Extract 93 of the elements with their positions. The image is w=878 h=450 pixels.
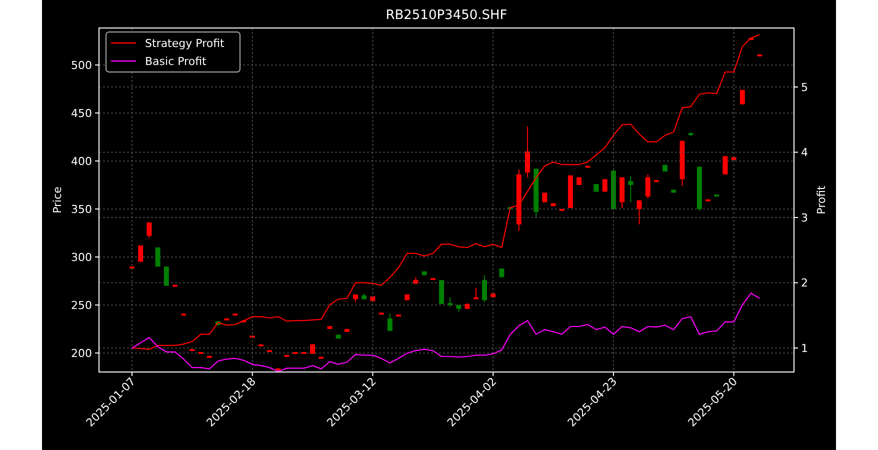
profit-axis-label: Profit	[815, 186, 828, 214]
candlestick	[524, 126, 530, 178]
candlestick	[276, 368, 281, 371]
candlestick	[499, 268, 504, 278]
candlestick	[301, 352, 306, 354]
price-tick-label: 350	[71, 202, 92, 216]
candlestick	[542, 192, 548, 203]
candlestick	[748, 38, 754, 40]
candlestick	[696, 166, 702, 212]
candlestick	[568, 174, 573, 209]
candlestick	[258, 344, 264, 347]
candlestick	[645, 174, 650, 199]
profit-tick-label: 3	[801, 211, 808, 224]
candlestick	[620, 176, 625, 209]
candlestick	[284, 354, 290, 358]
price-tick-label: 200	[71, 347, 92, 360]
candlestick	[378, 312, 384, 316]
candlestick	[688, 132, 694, 136]
candlestick	[310, 344, 316, 354]
candlestick	[292, 352, 298, 354]
price-tick-label: 250	[71, 298, 92, 312]
candlestick	[456, 304, 462, 312]
candlestick	[327, 326, 332, 330]
candlestick	[413, 276, 418, 284]
legend-line	[111, 60, 136, 62]
candlestick	[439, 280, 444, 305]
profit-tick-label: 5	[801, 80, 808, 94]
candlestick	[508, 206, 513, 210]
candlestick	[602, 178, 608, 192]
candlestick	[224, 318, 230, 321]
candlestick	[250, 335, 255, 338]
candlestick	[267, 350, 272, 353]
candlestick	[190, 348, 195, 352]
candlestick	[362, 292, 367, 300]
price-tick-label: 400	[71, 154, 92, 168]
candlestick	[662, 164, 668, 172]
candlestick	[628, 176, 634, 203]
profit-tick-label: 4	[801, 146, 808, 160]
chart-title: RB2510P3450.SHF	[386, 8, 508, 23]
candlestick	[714, 194, 720, 197]
candlestick	[430, 278, 436, 281]
candlestick	[387, 313, 392, 332]
price-tick-label: 450	[71, 106, 92, 120]
candlestick	[585, 165, 590, 168]
candlestick	[740, 89, 745, 105]
candlestick	[654, 180, 659, 183]
candlestick	[241, 320, 246, 323]
candlestick	[404, 294, 410, 301]
legend-line	[111, 42, 136, 44]
profit-tick-label: 2	[801, 276, 808, 290]
profit-tick-label: 1	[801, 342, 808, 355]
candlestick	[722, 156, 728, 175]
candlestick	[490, 292, 496, 298]
candlestick	[550, 202, 556, 207]
price-tick-label: 300	[71, 250, 92, 264]
candlestick	[353, 294, 358, 303]
candlestick	[130, 266, 135, 269]
candlestick	[206, 355, 212, 358]
candlestick	[516, 169, 522, 232]
candlestick	[464, 302, 470, 310]
legend-label: Strategy Profit	[145, 37, 224, 50]
candlestick	[594, 184, 599, 192]
candlestick	[680, 140, 685, 186]
candlestick	[482, 274, 487, 303]
candlestick	[396, 314, 402, 317]
candlestick	[731, 156, 736, 160]
candlestick	[318, 356, 324, 360]
candlestick	[370, 296, 376, 302]
candlestick	[181, 313, 186, 316]
candlestick	[757, 54, 762, 57]
price-axis-label: Price	[51, 186, 64, 214]
candlestick	[232, 313, 238, 316]
legend-label: Basic Profit	[145, 55, 206, 68]
candlestick	[155, 246, 160, 268]
candlestick	[146, 222, 152, 238]
candlestick	[559, 208, 564, 212]
candlestick	[172, 284, 178, 288]
price-tick-label: 500	[71, 58, 92, 72]
candlestick	[576, 176, 582, 186]
candlestick	[534, 168, 539, 218]
candlestick	[473, 287, 478, 300]
candlestick	[215, 320, 220, 326]
candlestick	[198, 352, 204, 354]
candlestick	[164, 266, 169, 286]
candlestick	[671, 189, 676, 194]
candlestick	[448, 296, 453, 308]
candlestick	[706, 198, 711, 202]
candlestick	[636, 200, 642, 225]
candlestick	[610, 170, 616, 210]
candlestick	[344, 328, 350, 332]
candlestick	[138, 244, 144, 262]
candlestick	[422, 270, 427, 276]
candlestick	[336, 334, 341, 340]
